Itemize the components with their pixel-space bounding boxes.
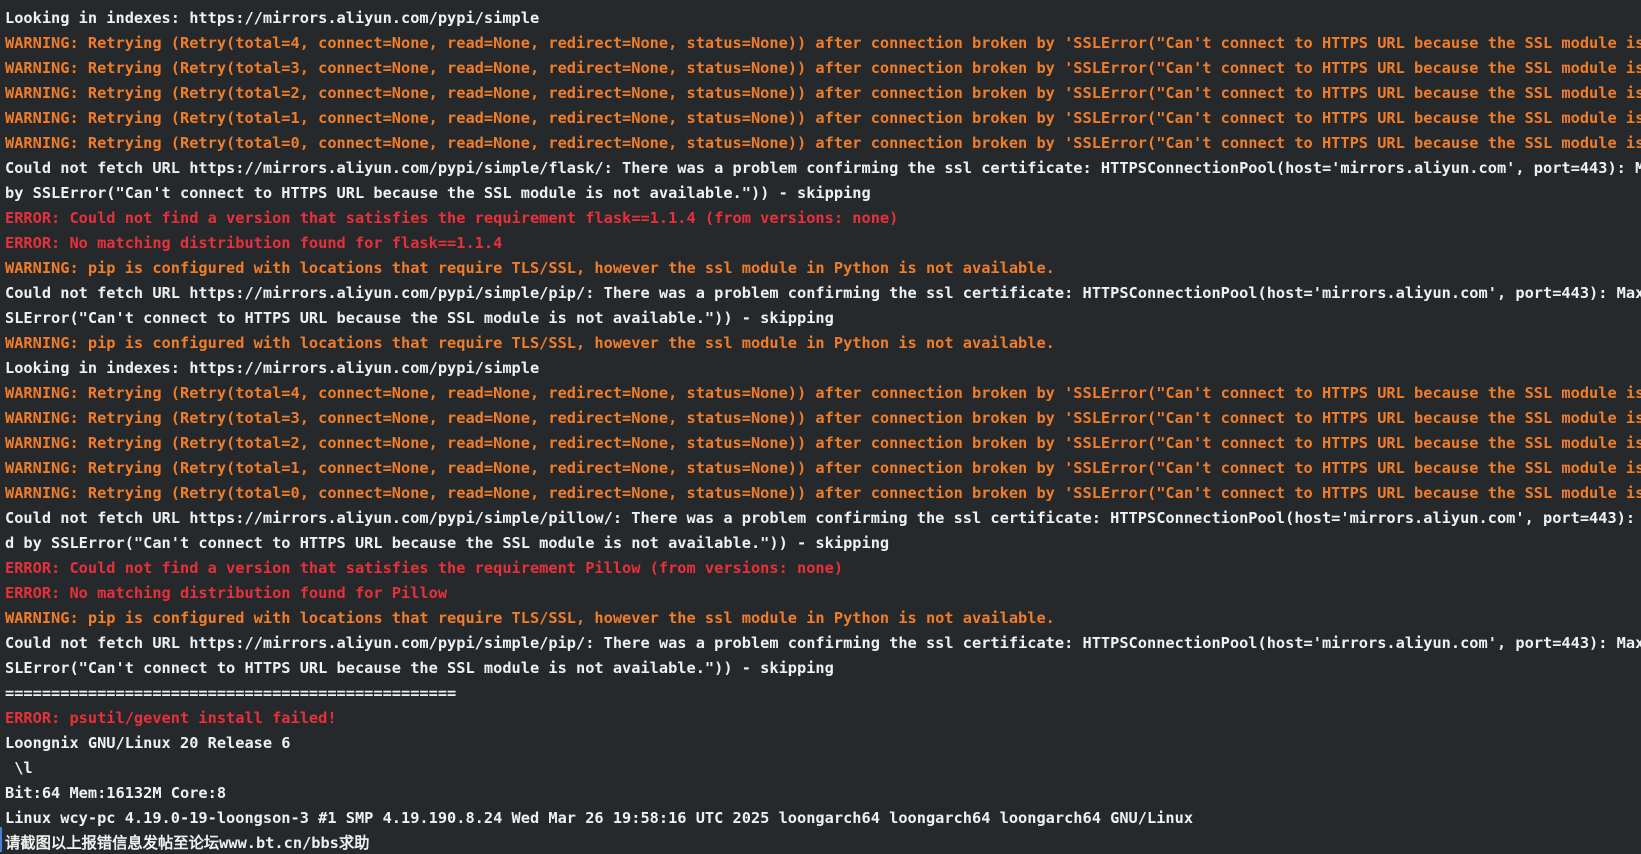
terminal-line-default: Bit:64 Mem:16132M Core:8 (5, 784, 227, 802)
terminal-line-warning: WARNING: Retrying (Retry(total=0, connec… (5, 134, 1641, 152)
terminal-line-default: Could not fetch URL https://mirrors.aliy… (5, 634, 1641, 652)
terminal-line-default: SLError("Can't connect to HTTPS URL beca… (5, 309, 834, 327)
terminal-line-default: Could not fetch URL https://mirrors.aliy… (5, 159, 1641, 177)
terminal-line-default: Looking in indexes: https://mirrors.aliy… (5, 359, 540, 377)
terminal-line-warning: WARNING: Retrying (Retry(total=1, connec… (5, 109, 1641, 127)
terminal-line-default: d by SSLError("Can't connect to HTTPS UR… (5, 534, 890, 552)
terminal-line-error: ERROR: No matching distribution found fo… (5, 234, 503, 252)
terminal-output: Looking in indexes: https://mirrors.aliy… (5, 6, 1641, 854)
terminal-line-error: ERROR: Could not find a version that sat… (5, 209, 899, 227)
terminal-line-warning: WARNING: Retrying (Retry(total=0, connec… (5, 484, 1641, 502)
terminal-line-default: 请截图以上报错信息发帖至论坛www.bt.cn/bbs求助 (5, 834, 370, 852)
terminal-line-error: ERROR: psutil/gevent install failed! (5, 709, 337, 727)
terminal-line-default: ========================================… (5, 684, 457, 702)
terminal-line-default: Looking in indexes: https://mirrors.aliy… (5, 9, 540, 27)
terminal-line-warning: WARNING: Retrying (Retry(total=3, connec… (5, 59, 1641, 77)
terminal-line-error: ERROR: Could not find a version that sat… (5, 559, 844, 577)
terminal-line-warning: WARNING: Retrying (Retry(total=2, connec… (5, 84, 1641, 102)
terminal-window[interactable]: Looking in indexes: https://mirrors.aliy… (0, 0, 1641, 854)
terminal-line-warning: WARNING: pip is configured with location… (5, 334, 1055, 352)
terminal-line-default: Linux wcy-pc 4.19.0-19-loongson-3 #1 SMP… (5, 809, 1194, 827)
terminal-line-warning: WARNING: pip is configured with location… (5, 609, 1055, 627)
terminal-line-default: Could not fetch URL https://mirrors.aliy… (5, 284, 1641, 302)
terminal-line-default: Could not fetch URL https://mirrors.aliy… (5, 509, 1636, 527)
terminal-line-default: \l (5, 759, 33, 777)
terminal-line-warning: WARNING: Retrying (Retry(total=3, connec… (5, 409, 1641, 427)
terminal-line-error: ERROR: No matching distribution found fo… (5, 584, 448, 602)
terminal-line-default: Loongnix GNU/Linux 20 Release 6 (5, 734, 291, 752)
terminal-line-default: SLError("Can't connect to HTTPS URL beca… (5, 659, 834, 677)
terminal-line-default: by SSLError("Can't connect to HTTPS URL … (5, 184, 871, 202)
terminal-line-warning: WARNING: Retrying (Retry(total=2, connec… (5, 434, 1641, 452)
terminal-line-warning: WARNING: Retrying (Retry(total=1, connec… (5, 459, 1641, 477)
terminal-line-warning: WARNING: Retrying (Retry(total=4, connec… (5, 384, 1641, 402)
terminal-line-warning: WARNING: Retrying (Retry(total=4, connec… (5, 34, 1641, 52)
terminal-line-warning: WARNING: pip is configured with location… (5, 259, 1055, 277)
terminal-cursor (0, 827, 2, 852)
